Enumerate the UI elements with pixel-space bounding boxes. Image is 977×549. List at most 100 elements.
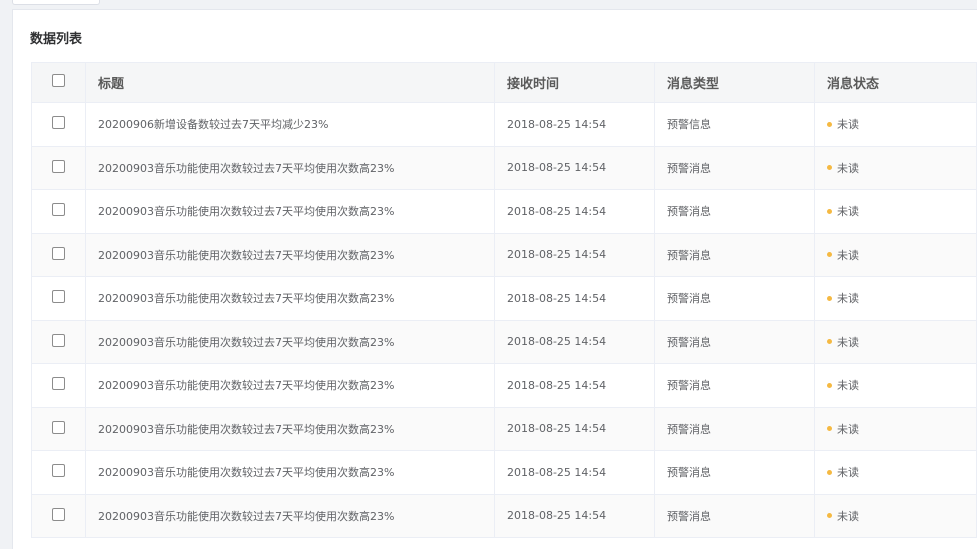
row-title[interactable]: 20200903音乐功能使用次数较过去7天平均使用次数高23% xyxy=(85,232,495,277)
row-select-cell[interactable] xyxy=(31,363,86,408)
row-time: 2018-08-25 14:54 xyxy=(494,406,655,451)
row-select-cell[interactable] xyxy=(31,232,86,277)
table-row[interactable]: 20200903音乐功能使用次数较过去7天平均使用次数高23% 2018-08-2… xyxy=(31,493,977,538)
row-title[interactable]: 20200903音乐功能使用次数较过去7天平均使用次数高23% xyxy=(85,276,495,321)
row-title[interactable]: 20200903音乐功能使用次数较过去7天平均使用次数高23% xyxy=(85,450,495,495)
unread-dot-icon xyxy=(827,426,832,432)
row-status: 未读 xyxy=(814,363,977,408)
row-title[interactable]: 20200903音乐功能使用次数较过去7天平均使用次数高23% xyxy=(85,406,495,451)
row-type: 预警消息 xyxy=(654,145,815,190)
row-status: 未读 xyxy=(814,319,977,364)
row-select-cell[interactable] xyxy=(31,493,86,538)
row-checkbox[interactable] xyxy=(52,377,65,391)
row-status-label: 未读 xyxy=(837,118,859,132)
header-title[interactable]: 标题 xyxy=(85,62,495,103)
row-select-cell[interactable] xyxy=(31,102,86,147)
row-checkbox[interactable] xyxy=(52,464,65,478)
row-checkbox[interactable] xyxy=(52,159,65,173)
table-row[interactable]: 20200903音乐功能使用次数较过去7天平均使用次数高23% 2018-08-2… xyxy=(31,319,977,364)
panel-title: 数据列表 xyxy=(30,32,83,47)
table-row[interactable]: 20200903音乐功能使用次数较过去7天平均使用次数高23% 2018-08-2… xyxy=(31,145,977,190)
row-select-cell[interactable] xyxy=(31,319,86,364)
row-time: 2018-08-25 14:54 xyxy=(494,363,655,408)
table-row[interactable]: 20200903音乐功能使用次数较过去7天平均使用次数高23% 2018-08-2… xyxy=(31,189,977,234)
table-row[interactable]: 20200903音乐功能使用次数较过去7天平均使用次数高23% 2018-08-2… xyxy=(31,406,977,451)
table-row[interactable]: 20200903音乐功能使用次数较过去7天平均使用次数高23% 2018-08-2… xyxy=(31,232,977,277)
row-time: 2018-08-25 14:54 xyxy=(494,102,655,147)
header-time[interactable]: 接收时间 xyxy=(494,62,655,103)
row-checkbox[interactable] xyxy=(52,116,65,130)
row-status-label: 未读 xyxy=(837,335,859,349)
row-checkbox[interactable] xyxy=(52,246,65,260)
unread-dot-icon xyxy=(827,208,832,214)
unread-dot-icon xyxy=(827,295,832,301)
row-select-cell[interactable] xyxy=(31,189,86,234)
row-time: 2018-08-25 14:54 xyxy=(494,319,655,364)
row-select-cell[interactable] xyxy=(31,450,86,495)
table-header-row: 标题 接收时间 消息类型 消息状态 xyxy=(31,62,977,103)
row-title[interactable]: 20200903音乐功能使用次数较过去7天平均使用次数高23% xyxy=(85,319,495,364)
row-type: 预警消息 xyxy=(654,319,815,364)
unread-dot-icon xyxy=(827,165,832,171)
row-checkbox[interactable] xyxy=(52,420,65,434)
row-status: 未读 xyxy=(814,145,977,190)
row-status-label: 未读 xyxy=(837,422,859,436)
row-time: 2018-08-25 14:54 xyxy=(494,189,655,234)
table-row[interactable]: 20200903音乐功能使用次数较过去7天平均使用次数高23% 2018-08-2… xyxy=(31,276,977,321)
row-type: 预警消息 xyxy=(654,276,815,321)
row-title[interactable]: 20200903音乐功能使用次数较过去7天平均使用次数高23% xyxy=(85,145,495,190)
row-status: 未读 xyxy=(814,102,977,147)
row-type: 预警消息 xyxy=(654,450,815,495)
select-all-checkbox[interactable] xyxy=(52,74,65,87)
data-list-panel: 数据列表 标题 接收时间 消息类型 消息状态 20200906新增设备数较过去7… xyxy=(12,9,977,549)
row-time: 2018-08-25 14:54 xyxy=(494,493,655,538)
row-title[interactable]: 20200903音乐功能使用次数较过去7天平均使用次数高23% xyxy=(85,493,495,538)
row-status-label: 未读 xyxy=(837,466,859,480)
row-status-label: 未读 xyxy=(837,509,859,523)
row-time: 2018-08-25 14:54 xyxy=(494,145,655,190)
row-time: 2018-08-25 14:54 xyxy=(494,276,655,321)
row-title[interactable]: 20200903音乐功能使用次数较过去7天平均使用次数高23% xyxy=(85,363,495,408)
unread-dot-icon xyxy=(827,252,832,258)
header-select-all[interactable] xyxy=(31,62,86,103)
row-checkbox[interactable] xyxy=(52,507,65,521)
row-checkbox[interactable] xyxy=(52,203,65,217)
top-tab[interactable] xyxy=(12,0,100,5)
row-status-label: 未读 xyxy=(837,205,859,219)
unread-dot-icon xyxy=(827,382,832,388)
row-type: 预警消息 xyxy=(654,493,815,538)
row-select-cell[interactable] xyxy=(31,145,86,190)
row-title[interactable]: 20200903音乐功能使用次数较过去7天平均使用次数高23% xyxy=(85,189,495,234)
row-select-cell[interactable] xyxy=(31,406,86,451)
row-type: 预警消息 xyxy=(654,363,815,408)
row-type: 预警消息 xyxy=(654,232,815,277)
row-checkbox[interactable] xyxy=(52,333,65,347)
row-type: 预警信息 xyxy=(654,102,815,147)
row-checkbox[interactable] xyxy=(52,290,65,304)
row-title[interactable]: 20200906新增设备数较过去7天平均减少23% xyxy=(85,102,495,147)
table-row[interactable]: 20200906新增设备数较过去7天平均减少23% 2018-08-25 14:5… xyxy=(31,102,977,147)
table-row[interactable]: 20200903音乐功能使用次数较过去7天平均使用次数高23% 2018-08-2… xyxy=(31,450,977,495)
row-status: 未读 xyxy=(814,493,977,538)
row-status: 未读 xyxy=(814,450,977,495)
row-time: 2018-08-25 14:54 xyxy=(494,450,655,495)
row-type: 预警消息 xyxy=(654,406,815,451)
unread-dot-icon xyxy=(827,339,832,345)
header-status[interactable]: 消息状态 xyxy=(814,62,977,103)
row-select-cell[interactable] xyxy=(31,276,86,321)
row-type: 预警消息 xyxy=(654,189,815,234)
row-status-label: 未读 xyxy=(837,161,859,175)
row-status: 未读 xyxy=(814,189,977,234)
row-status-label: 未读 xyxy=(837,248,859,262)
row-status: 未读 xyxy=(814,232,977,277)
row-status-label: 未读 xyxy=(837,292,859,306)
unread-dot-icon xyxy=(827,469,832,475)
row-time: 2018-08-25 14:54 xyxy=(494,232,655,277)
unread-dot-icon xyxy=(827,121,832,127)
header-type[interactable]: 消息类型 xyxy=(654,62,815,103)
row-status-label: 未读 xyxy=(837,379,859,393)
row-status: 未读 xyxy=(814,406,977,451)
unread-dot-icon xyxy=(827,513,832,519)
table-row[interactable]: 20200903音乐功能使用次数较过去7天平均使用次数高23% 2018-08-2… xyxy=(31,363,977,408)
row-status: 未读 xyxy=(814,276,977,321)
